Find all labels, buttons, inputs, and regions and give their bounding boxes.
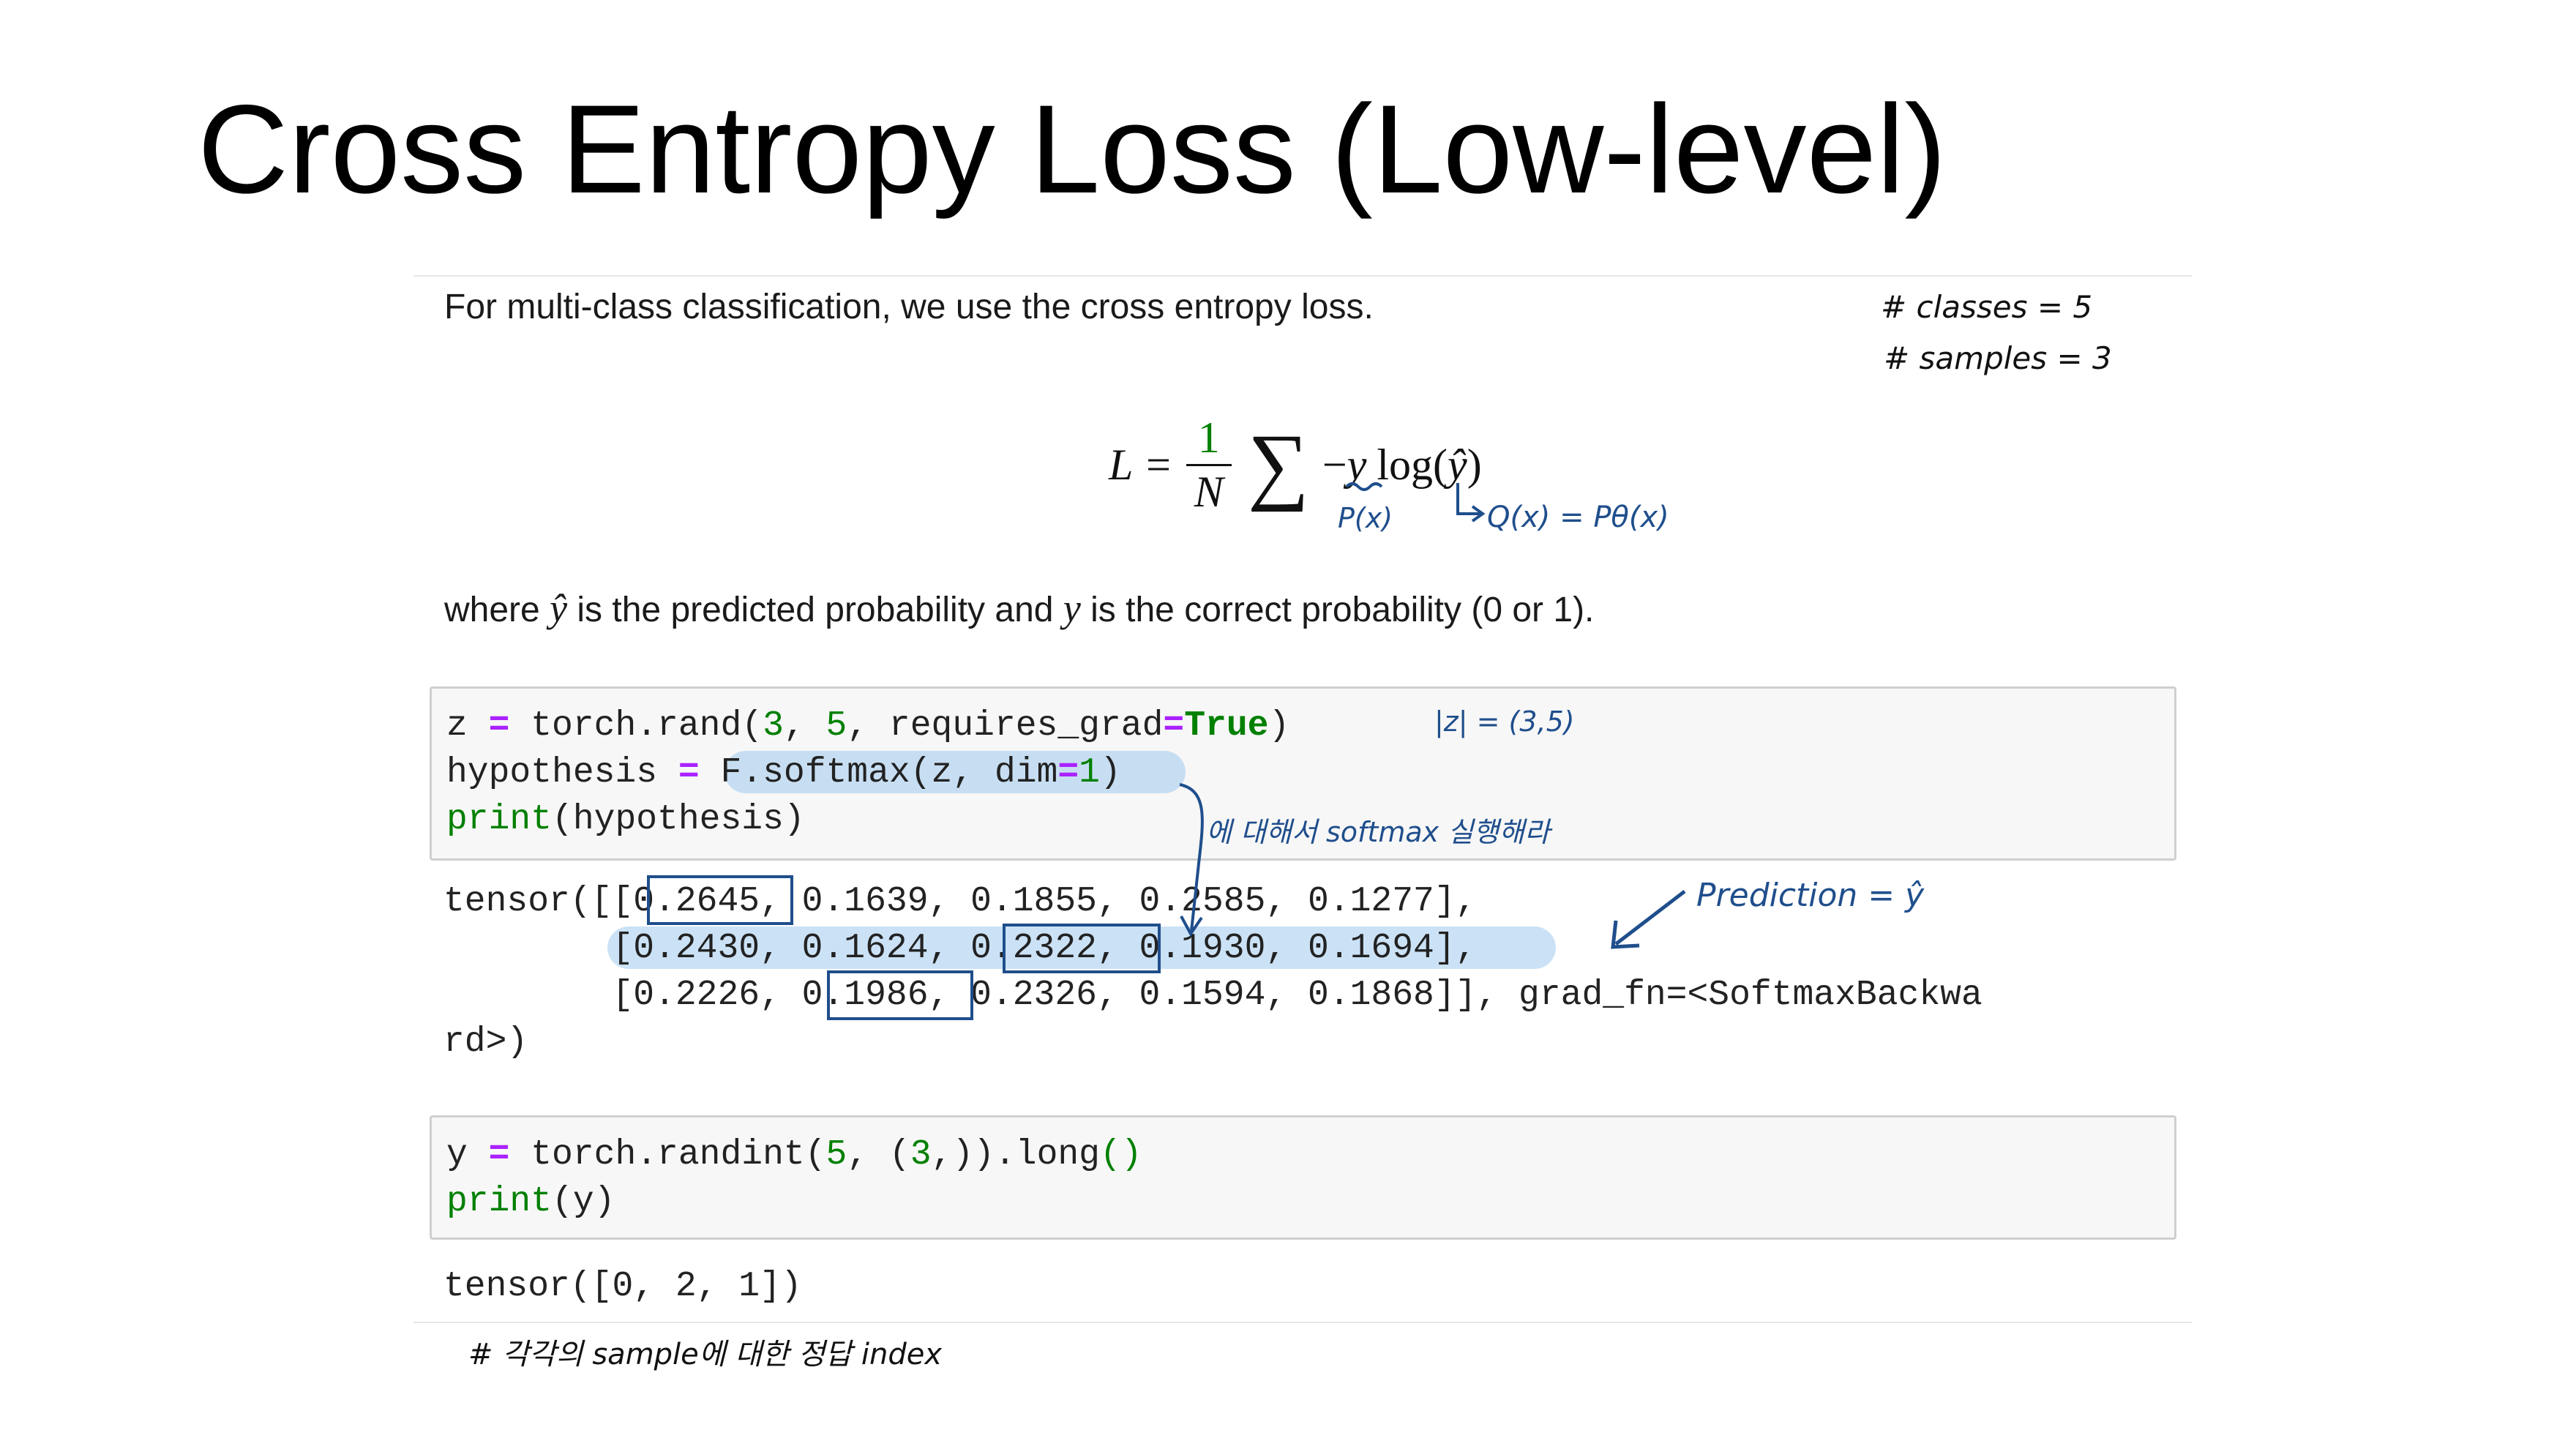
- formula-log: log(: [1377, 440, 1448, 489]
- code-line-print-hypothesis: print(hypothesis): [446, 800, 805, 839]
- answer-box-row-2: [1003, 924, 1161, 973]
- formula-denominator: N: [1194, 467, 1224, 516]
- where-post: is the correct probability (0 or 1).: [1090, 591, 1595, 629]
- slide-title: Cross Entropy Loss (Low-level): [198, 79, 1947, 220]
- note-z-shape: |z| = (3,5): [1434, 705, 1575, 738]
- note-prediction: Prediction = ŷ: [1696, 877, 1925, 914]
- where-pre: where: [444, 591, 540, 629]
- note-p-x: P(x): [1338, 502, 1393, 534]
- output-line-4: rd>): [443, 1022, 528, 1062]
- bottom-divider: [413, 1322, 2192, 1323]
- formula-fraction: 1 N: [1186, 413, 1232, 516]
- answer-box-row-1: [647, 875, 793, 925]
- where-yhat: ŷ: [550, 586, 568, 630]
- code-line-print-y: print(y): [446, 1182, 615, 1221]
- note-answer-index: # 각각의 sample에 대한 정답 index: [468, 1338, 943, 1371]
- sigma-symbol: ∑: [1247, 416, 1309, 512]
- note-samples: # samples = 3: [1884, 340, 2112, 376]
- where-mid: is the predicted probability and: [577, 591, 1054, 629]
- prediction-arrow: [1614, 890, 1686, 946]
- formula-numerator: 1: [1197, 413, 1220, 462]
- code-line-rand: z = torch.rand(3, 5, requires_grad=True): [446, 706, 1290, 746]
- fraction-bar: [1186, 463, 1232, 466]
- formula-y: y: [1347, 440, 1367, 489]
- prediction-arrowhead: [1611, 920, 1640, 949]
- output-line-1: tensor([[0.2645, 0.1639, 0.1855, 0.2585,…: [443, 882, 1477, 921]
- output2-line-1: tensor([0, 2, 1]): [443, 1267, 802, 1306]
- formula-close: ): [1467, 440, 1482, 489]
- answer-box-row-3: [827, 970, 973, 1020]
- where-text: where ŷ is the predicted probability and…: [444, 585, 1594, 631]
- note-q-x: Q(x) = Pθ(x): [1487, 501, 1669, 534]
- formula-yhat: ŷ: [1448, 440, 1467, 489]
- where-y: y: [1063, 586, 1081, 630]
- cross-entropy-formula: L = 1 N ∑ − y log( ŷ ): [1109, 406, 1482, 523]
- note-classes: # classes = 5: [1881, 289, 2093, 325]
- code-line-softmax: hypothesis = F.softmax(z, dim=1): [446, 753, 1121, 793]
- top-divider: [413, 275, 2192, 277]
- output-line-3: [0.2226, 0.1986, 0.2326, 0.1594, 0.1868]…: [443, 976, 1982, 1015]
- formula-lhs: L =: [1109, 440, 1173, 489]
- output-line-2: [0.2430, 0.1624, 0.2322, 0.1930, 0.1694]…: [443, 929, 1477, 968]
- formula-minus: −: [1322, 440, 1347, 489]
- note-softmax: 에 대해서 softmax 실행해라: [1206, 816, 1551, 848]
- intro-text: For multi-class classification, we use t…: [444, 288, 1374, 326]
- code-line-randint: y = torch.randint(5, (3,)).long(): [446, 1135, 1142, 1175]
